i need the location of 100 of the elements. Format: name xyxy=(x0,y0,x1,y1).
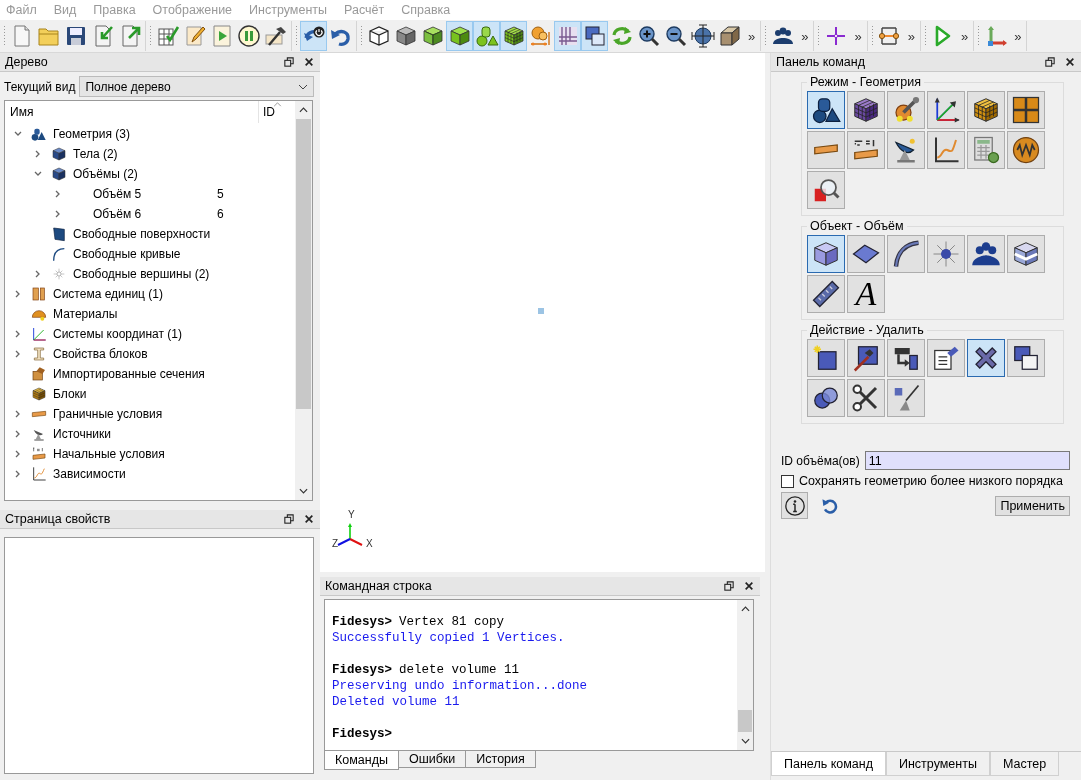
float-icon[interactable] xyxy=(284,514,294,524)
command-button[interactable] xyxy=(967,91,1005,129)
command-button[interactable] xyxy=(927,339,965,377)
command-button[interactable] xyxy=(887,131,925,169)
scrollbar[interactable] xyxy=(737,600,753,750)
info-button[interactable] xyxy=(781,492,808,519)
command-button[interactable] xyxy=(887,235,925,273)
float-icon[interactable] xyxy=(284,57,294,67)
strip-icon xyxy=(31,446,47,462)
command-button[interactable] xyxy=(1007,235,1045,273)
tree-item[interactable]: Объём 6 xyxy=(93,207,142,221)
overflow-button[interactable]: » xyxy=(745,28,759,44)
command-button[interactable] xyxy=(807,235,845,273)
overflow-button[interactable]: » xyxy=(851,28,865,44)
command-button[interactable] xyxy=(847,379,885,417)
command-button[interactable] xyxy=(807,339,845,377)
command-button[interactable] xyxy=(887,339,925,377)
tree-item[interactable]: Объём 5 xyxy=(93,187,142,201)
node-icon xyxy=(528,24,553,48)
command-button[interactable] xyxy=(847,131,885,169)
tree-item[interactable]: Материалы xyxy=(53,307,118,321)
tree-item[interactable]: Системы координат (1) xyxy=(53,327,182,341)
axis-label: X xyxy=(366,538,373,549)
toolbar-button[interactable] xyxy=(300,21,327,51)
command-button[interactable] xyxy=(927,91,965,129)
tree-item[interactable]: Свойства блоков xyxy=(53,347,148,361)
checkbox[interactable] xyxy=(781,474,794,488)
square-hammer-icon xyxy=(851,343,881,373)
tree-item[interactable]: Объёмы (2) xyxy=(73,167,138,181)
i-beam-icon xyxy=(31,346,47,362)
column-header[interactable]: Имя xyxy=(5,101,259,123)
vertex-marker xyxy=(538,308,544,314)
close-icon[interactable] xyxy=(304,57,314,67)
command-button[interactable] xyxy=(807,171,845,209)
curve-icon xyxy=(891,239,921,269)
console-output: Successfully copied 1 Vertices. xyxy=(332,631,565,645)
command-button[interactable] xyxy=(807,379,845,417)
scroll-thumb[interactable] xyxy=(738,710,752,732)
command-button[interactable] xyxy=(1007,91,1045,129)
command-button[interactable] xyxy=(967,235,1005,273)
apply-button[interactable]: Применить xyxy=(995,495,1070,516)
command-button[interactable] xyxy=(927,235,965,273)
view-select[interactable]: Полное дерево xyxy=(79,76,314,97)
command-button[interactable] xyxy=(927,131,965,169)
tree-item[interactable]: Геометрия (3) xyxy=(53,127,130,141)
toolbar-button[interactable] xyxy=(689,21,716,51)
toolbar-button[interactable] xyxy=(581,21,608,51)
tab[interactable]: История xyxy=(465,751,536,768)
tree-item[interactable]: Начальные условия xyxy=(53,447,165,461)
tree-item[interactable]: Свободные кривые xyxy=(73,247,181,261)
command-button[interactable] xyxy=(887,91,925,129)
command-button[interactable] xyxy=(847,91,885,129)
tab[interactable]: Ошибки xyxy=(397,751,467,768)
float-icon[interactable] xyxy=(1045,57,1055,67)
tree-item[interactable]: Граничные условия xyxy=(53,407,163,421)
command-button[interactable] xyxy=(847,339,885,377)
tree-item[interactable]: Система единиц (1) xyxy=(53,287,163,301)
overflow-button[interactable]: » xyxy=(798,28,812,44)
overflow-button[interactable]: » xyxy=(957,28,972,44)
viewport[interactable]: Y Z X xyxy=(320,53,765,572)
tree-item[interactable]: Зависимости xyxy=(53,467,126,481)
overflow-button[interactable]: » xyxy=(904,28,918,44)
group-title: Режим - Геометрия xyxy=(809,75,923,89)
tab[interactable]: Команды xyxy=(324,751,399,770)
close-icon[interactable] xyxy=(744,581,754,591)
tree-item[interactable]: Источники xyxy=(53,427,111,441)
tab[interactable]: Инструменты xyxy=(885,752,990,776)
command-button[interactable] xyxy=(1007,131,1045,169)
tree-item[interactable]: Импортированные сечения xyxy=(53,367,205,381)
group-title: Действие - Удалить xyxy=(809,323,925,337)
cube-icon xyxy=(811,239,841,269)
column-header[interactable]: ID xyxy=(259,105,275,119)
panel-title: Страница свойств xyxy=(5,512,111,526)
command-button[interactable]: A xyxy=(847,275,885,313)
cube-icon xyxy=(447,24,472,48)
command-button[interactable] xyxy=(967,339,1005,377)
close-icon[interactable] xyxy=(304,514,314,524)
scrollbar[interactable] xyxy=(295,101,312,500)
overflow-button[interactable]: » xyxy=(1011,28,1025,44)
id-field[interactable]: 11 xyxy=(864,451,1070,470)
tab[interactable]: Панель команд xyxy=(771,752,886,776)
command-button[interactable] xyxy=(807,275,845,313)
scroll-up-icon[interactable] xyxy=(740,606,750,612)
scroll-down-icon[interactable] xyxy=(740,738,750,744)
command-button[interactable] xyxy=(1007,339,1045,377)
tree-item[interactable]: Блоки xyxy=(53,387,87,401)
scroll-up-icon[interactable] xyxy=(299,107,308,113)
tree-item[interactable]: Свободные вершины (2) xyxy=(73,267,210,281)
console-command: Vertex 81 copy xyxy=(399,615,505,629)
command-button[interactable] xyxy=(807,91,845,129)
checkbox-label[interactable]: Сохранять геометрию более низкого порядка xyxy=(799,474,1063,488)
float-icon[interactable] xyxy=(724,581,734,591)
scroll-thumb[interactable] xyxy=(296,119,311,409)
command-button[interactable] xyxy=(847,235,885,273)
tree-item[interactable]: Тела (2) xyxy=(73,147,118,161)
tab[interactable]: Мастер xyxy=(989,752,1060,776)
toolbar-button[interactable] xyxy=(500,21,527,51)
tree-item[interactable]: Свободные поверхности xyxy=(73,227,211,241)
scroll-down-icon[interactable] xyxy=(299,488,308,494)
close-icon[interactable] xyxy=(1065,57,1075,67)
